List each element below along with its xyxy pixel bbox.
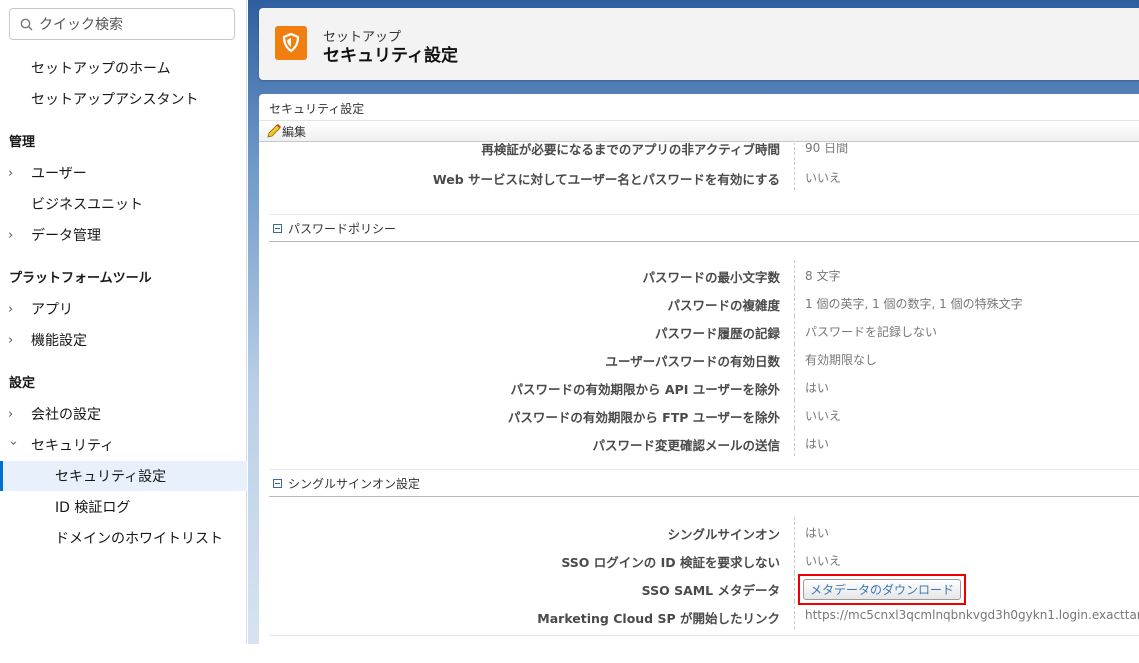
- field-value: いいえ: [805, 171, 842, 185]
- section-single-sign-on[interactable]: シングルサインオン設定: [269, 469, 1139, 497]
- nav-label: ビジネスユニット: [31, 197, 143, 213]
- field-row: パスワード履歴の記録 パスワードを記録しない: [259, 316, 1139, 344]
- field-label: パスワード変更確認メールの送信: [592, 438, 780, 453]
- sidebar: クイック検索 セットアップのホーム セットアップアシスタント 管理 › ユーザー …: [0, 0, 247, 644]
- nav-users[interactable]: › ユーザー: [0, 158, 247, 188]
- section-password-policy[interactable]: パスワードポリシー: [269, 214, 1139, 242]
- field-value: 1 個の英字, 1 個の数字, 1 個の特殊文字: [805, 297, 1023, 311]
- nav-security[interactable]: › セキュリティ: [0, 430, 247, 460]
- toolbar: 編集: [259, 120, 1139, 142]
- nav-data-management[interactable]: › データ管理: [0, 220, 247, 250]
- field-label: 再検証が必要になるまでのアプリの非アクティブ時間: [481, 143, 780, 157]
- field-row: パスワード変更確認メールの送信 はい: [259, 428, 1139, 456]
- field-value: いいえ: [805, 409, 842, 423]
- field-label: パスワード履歴の記録: [654, 326, 780, 341]
- nav-label: ユーザー: [31, 166, 87, 182]
- field-value: はい: [805, 381, 830, 395]
- nav-setup-assistant[interactable]: セットアップアシスタント: [0, 84, 247, 114]
- section-title: シングルサインオン設定: [288, 476, 421, 491]
- nav-id-verification-log[interactable]: ID 検証ログ: [0, 492, 247, 522]
- edit-button[interactable]: 編集: [266, 123, 306, 140]
- field-row: パスワードの最小文字数 8 文字: [259, 260, 1139, 288]
- nav-label: アプリ: [31, 302, 73, 318]
- field-row: シングルサインオン はい: [259, 517, 1139, 545]
- field-row: パスワードの有効期限から API ユーザーを除外 はい: [259, 372, 1139, 400]
- field-label: Web サービスに対してユーザー名とパスワードを有効にする: [432, 172, 780, 187]
- nav-label: セキュリティ: [31, 438, 115, 454]
- collapse-icon[interactable]: [273, 478, 282, 488]
- nav-domain-whitelist[interactable]: ドメインのホワイトリスト: [0, 523, 247, 553]
- quick-search-input[interactable]: クイック検索: [9, 8, 235, 40]
- field-row: パスワードの複雑度 1 個の英字, 1 個の数字, 1 個の特殊文字: [259, 288, 1139, 316]
- settings-card: セキュリティ設定 編集 再検証が必要になるまでのアプリの非アクティブ時間 90 日…: [259, 94, 1139, 654]
- sp-initiated-link[interactable]: https://mc5cnxl3qcmlnqbnkvgd3h0gykn1.log…: [805, 608, 1139, 622]
- download-metadata-button[interactable]: メタデータのダウンロード: [803, 579, 962, 600]
- nav-label: 管理: [9, 134, 36, 150]
- nav-feature-settings[interactable]: › 機能設定: [0, 325, 247, 355]
- chevron-right-icon: ›: [8, 165, 14, 181]
- field-label: パスワードの複雑度: [667, 298, 780, 313]
- field-value: はい: [805, 437, 830, 451]
- nav-label: 機能設定: [31, 333, 87, 349]
- nav-label: ID 検証ログ: [55, 500, 131, 516]
- field-row: SSO ログインの ID 検証を要求しない いいえ: [259, 545, 1139, 573]
- field-row: パスワードの有効期限から FTP ユーザーを除外 いいえ: [259, 400, 1139, 428]
- nav-label: プラットフォームツール: [9, 270, 152, 286]
- page-title: セキュリティ設定: [323, 46, 458, 66]
- field-value: 90 日間: [805, 143, 849, 155]
- field-label: パスワードの有効期限から FTP ユーザーを除外: [507, 410, 780, 425]
- nav-label: セットアップのホーム: [31, 61, 171, 77]
- pencil-icon: [267, 124, 281, 138]
- field-label: シングルサインオン: [667, 527, 780, 542]
- field-value: いいえ: [805, 554, 842, 568]
- field-row: 再検証が必要になるまでのアプリの非アクティブ時間 90 日間: [259, 143, 1139, 160]
- field-label: SSO SAML メタデータ: [641, 583, 780, 598]
- nav-company-settings[interactable]: › 会社の設定: [0, 399, 247, 429]
- nav-setup-home[interactable]: セットアップのホーム: [0, 53, 247, 83]
- edit-label: 編集: [282, 124, 307, 139]
- field-label: SSO ログインの ID 検証を要求しない: [561, 555, 780, 570]
- field-label: Marketing Cloud SP が開始したリンク: [537, 611, 780, 626]
- collapse-icon[interactable]: [273, 223, 282, 233]
- nav-security-settings[interactable]: セキュリティ設定: [0, 461, 247, 491]
- field-row: Marketing Cloud SP が開始したリンク https://mc5cn…: [259, 601, 1139, 629]
- nav-label: 設定: [9, 375, 36, 391]
- field-value: はい: [805, 526, 830, 540]
- field-value: 8 文字: [805, 269, 841, 283]
- nav-label: ドメインのホワイトリスト: [55, 531, 223, 547]
- chevron-right-icon: ›: [8, 227, 14, 243]
- chevron-right-icon: ›: [8, 406, 14, 422]
- field-label: パスワードの有効期限から API ユーザーを除外: [510, 382, 780, 397]
- nav-apps[interactable]: › アプリ: [0, 294, 247, 324]
- shield-icon: [275, 26, 307, 60]
- nav-label: セットアップアシスタント: [31, 92, 199, 108]
- search-placeholder: クイック検索: [39, 17, 123, 33]
- nav-label: データ管理: [31, 228, 101, 244]
- chevron-right-icon: ›: [8, 332, 14, 348]
- field-value: 有効期限なし: [805, 353, 878, 367]
- nav-label: 会社の設定: [31, 407, 101, 423]
- page-header: セットアップ セキュリティ設定: [259, 8, 1139, 80]
- field-label: パスワードの最小文字数: [642, 270, 780, 285]
- section-title: パスワードポリシー: [288, 221, 397, 236]
- nav-heading-platform-tools: プラットフォームツール: [0, 261, 247, 291]
- nav-heading-admin: 管理: [0, 125, 247, 155]
- nav-heading-settings: 設定: [0, 366, 247, 396]
- chevron-down-icon: ›: [5, 440, 21, 446]
- field-value: パスワードを記録しない: [805, 325, 938, 339]
- card-title: セキュリティ設定: [269, 102, 365, 116]
- chevron-right-icon: ›: [8, 301, 14, 317]
- nav-business-units[interactable]: ビジネスユニット: [0, 189, 247, 219]
- field-label: ユーザーパスワードの有効日数: [605, 354, 780, 369]
- nav-label: セキュリティ設定: [55, 469, 167, 485]
- field-row: ユーザーパスワードの有効日数 有効期限なし: [259, 344, 1139, 372]
- scroll-content[interactable]: 再検証が必要になるまでのアプリの非アクティブ時間 90 日間 Web サービスに対…: [259, 143, 1139, 663]
- field-row: Web サービスに対してユーザー名とパスワードを有効にする いいえ: [259, 162, 1139, 190]
- field-row: SSO SAML メタデータ メタデータのダウンロード: [259, 573, 1139, 605]
- search-icon: [20, 18, 33, 30]
